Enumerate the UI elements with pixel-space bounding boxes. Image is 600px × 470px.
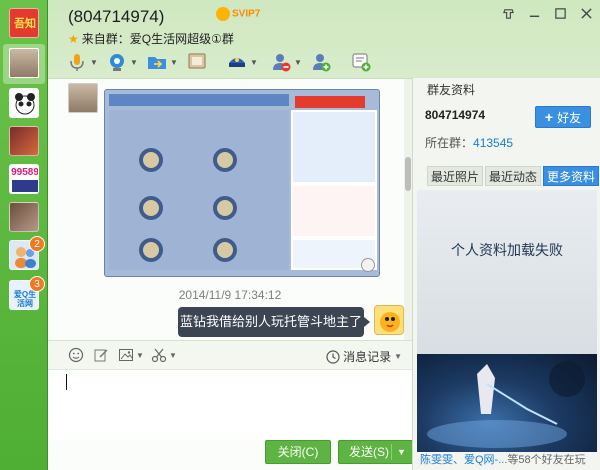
own-avatar[interactable]	[374, 305, 404, 335]
smiley-icon	[68, 347, 84, 363]
police-cap-icon	[229, 58, 245, 67]
message-timestamp: 2014/11/9 17:34:12	[178, 288, 282, 302]
member-info-panel: 群友资料 804714974 + 好友 所在群：413545 最近照片 最近动态…	[412, 78, 600, 470]
panel-tabs: 最近照片 最近动态 更多资料	[427, 166, 600, 186]
sender-avatar[interactable]	[68, 83, 98, 113]
screenshot-button[interactable]: ▼	[151, 347, 177, 363]
message-bubble[interactable]: 蓝钻我借给别人玩托管斗地主了	[178, 307, 370, 337]
panel-title: 群友资料	[427, 83, 476, 97]
image-message[interactable]	[104, 89, 380, 277]
chevron-down-icon: ▼	[394, 352, 402, 361]
message-history-button[interactable]: 消息记录 ▼	[326, 348, 402, 365]
input-toolbar: ▼ ▼ 消息记录 ▼	[48, 340, 412, 370]
send-options-chevron-icon[interactable]: ▼	[397, 441, 406, 463]
scrollbar-thumb[interactable]	[405, 157, 411, 191]
panda-icon	[15, 93, 35, 115]
chevron-down-icon[interactable]: ▼	[294, 58, 302, 67]
folder-icon	[148, 57, 166, 69]
game-art-image	[427, 361, 585, 448]
load-failed-message: 个人资料加载失败	[451, 242, 563, 258]
chat-history[interactable]: 2014/11/9 17:34:12 蓝钻我借给别人玩托管斗地主了	[48, 78, 412, 340]
tab-recent-activity[interactable]: 最近动态	[485, 166, 542, 186]
skin-icon[interactable]	[500, 6, 516, 20]
face-avatar	[9, 48, 39, 78]
clock-icon	[326, 349, 340, 364]
group-number-link[interactable]: 413545	[473, 136, 513, 150]
video-call-button[interactable]: ▼	[106, 50, 146, 74]
contact-list-strip: 吾知 99589 2 爱Q生活网 3	[0, 0, 48, 470]
chat-subtitle: ★ 来自群：爱Q生活网超级①群	[68, 32, 234, 46]
contact-group-logo[interactable]: 吾知	[9, 8, 39, 38]
chat-scrollbar[interactable]	[404, 79, 412, 340]
send-button-label: 发送(S)	[349, 445, 389, 459]
message-input[interactable]	[48, 370, 412, 440]
remove-friend-button[interactable]: ▼	[270, 50, 310, 74]
chat-toolbar: ▼ ▼ ▼ ▼ ▼	[66, 48, 390, 76]
add-friend-button[interactable]: + 好友	[535, 106, 591, 128]
chevron-down-icon[interactable]: ▼	[169, 351, 177, 360]
maximize-icon[interactable]	[552, 6, 568, 20]
note-icon	[352, 53, 371, 72]
tab-more-info[interactable]: 更多资料	[543, 166, 600, 186]
image-icon	[119, 349, 133, 361]
plus-icon: +	[544, 109, 554, 125]
close-button[interactable]: 关闭(C)	[265, 440, 331, 464]
game-ad-banner[interactable]	[417, 354, 597, 452]
remote-desktop-button[interactable]	[186, 50, 226, 74]
contact-anime[interactable]	[9, 126, 39, 156]
tab-recent-photos[interactable]: 最近照片	[427, 166, 484, 186]
chevron-down-icon[interactable]: ▼	[130, 58, 138, 67]
edit-icon	[94, 349, 108, 362]
member-qq-number: 804714974	[425, 108, 486, 122]
font-style-button[interactable]	[93, 347, 109, 363]
add-to-group-button[interactable]	[310, 50, 350, 74]
chevron-down-icon[interactable]: ▼	[250, 58, 258, 67]
chat-header: (804714974) SVIP7 ★来自群：爱Q生活网超级①群 ▼ ▼ ▼	[48, 0, 600, 78]
unread-badge: 2	[29, 236, 45, 252]
more-options-button[interactable]	[350, 50, 390, 74]
screen-icon	[188, 53, 206, 69]
remove-user-icon	[273, 54, 291, 72]
game-screenshot-image	[105, 90, 379, 276]
zoom-icon[interactable]	[361, 258, 375, 272]
close-icon[interactable]	[578, 6, 594, 20]
window-controls	[500, 6, 594, 20]
send-button[interactable]: 发送(S) ▼	[338, 440, 414, 464]
contact-number[interactable]: 99589	[9, 164, 39, 194]
microphone-icon	[70, 54, 84, 71]
svip-badge: SVIP7	[216, 7, 260, 21]
text-caret	[66, 374, 67, 390]
bird-icon	[380, 312, 400, 332]
chevron-down-icon[interactable]: ▼	[90, 58, 98, 67]
webcam-icon	[110, 54, 124, 71]
star-icon: ★	[68, 32, 79, 46]
game-ad-caption[interactable]: 陈雯雯、爱Q网-...等58个好友在玩	[417, 451, 597, 470]
scissors-icon	[151, 348, 167, 363]
send-image-button[interactable]: ▼	[118, 347, 144, 363]
send-file-button[interactable]: ▼	[146, 50, 186, 74]
profile-load-failed: 个人资料加载失败	[417, 190, 597, 360]
contact-selected-face[interactable]	[3, 44, 45, 84]
chevron-down-icon[interactable]: ▼	[136, 351, 144, 360]
chevron-down-icon[interactable]: ▼	[170, 58, 178, 67]
crown-icon	[216, 7, 230, 21]
contact-girl[interactable]	[9, 202, 39, 232]
chat-footer: 关闭(C) 发送(S) ▼	[48, 440, 414, 470]
minimize-icon[interactable]	[526, 6, 542, 20]
add-user-icon	[313, 54, 331, 72]
voice-call-button[interactable]: ▼	[66, 50, 106, 74]
apps-button[interactable]: ▼	[226, 50, 270, 74]
unread-badge: 3	[29, 276, 45, 292]
contact-panda[interactable]	[9, 88, 39, 118]
chat-title: (804714974)	[68, 7, 165, 26]
emoji-button[interactable]	[68, 347, 84, 363]
member-group-info: 所在群：413545	[425, 136, 514, 150]
